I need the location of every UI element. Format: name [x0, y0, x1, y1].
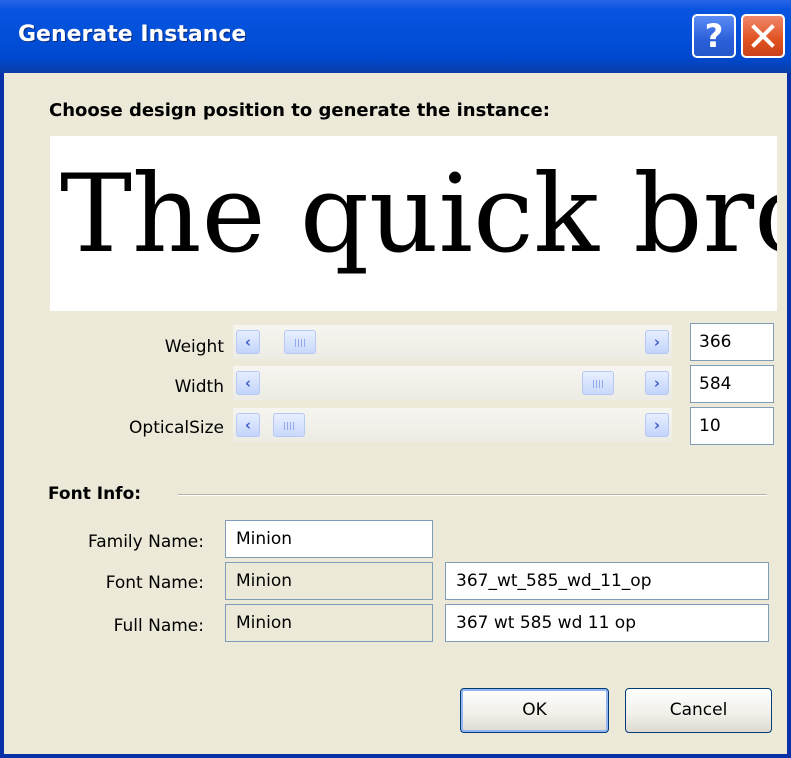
grip-icon	[294, 339, 306, 347]
weight-value-input[interactable]: 366	[690, 323, 774, 361]
window-frame-right	[787, 73, 791, 758]
font-info-group-label: Font Info:	[48, 484, 142, 504]
family-name-label: Family Name:	[88, 532, 204, 552]
opticalsize-scroll-left-button[interactable]: ‹	[236, 413, 260, 437]
family-name-input[interactable]: Minion	[225, 520, 433, 558]
ok-button[interactable]: OK	[460, 688, 609, 733]
title-bar[interactable]: Generate Instance ?	[0, 0, 791, 73]
window-frame-bottom	[0, 754, 791, 758]
dialog-window: Generate Instance ? Choose design positi…	[0, 0, 791, 758]
weight-scroll-right-button[interactable]: ›	[645, 330, 669, 354]
chevron-right-icon: ›	[653, 374, 661, 392]
full-name-base-field: Minion	[225, 604, 433, 642]
width-value-input[interactable]: 584	[690, 365, 774, 403]
design-position-heading: Choose design position to generate the i…	[49, 100, 550, 121]
font-name-label: Font Name:	[105, 573, 204, 593]
full-name-label: Full Name:	[113, 616, 204, 636]
weight-label: Weight	[164, 337, 224, 357]
opticalsize-value-input[interactable]: 10	[690, 407, 774, 445]
weight-slider[interactable]: ‹ ›	[233, 325, 672, 359]
chevron-right-icon: ›	[653, 416, 661, 434]
opticalsize-slider[interactable]: ‹ ›	[233, 408, 672, 442]
weight-slider-thumb[interactable]	[283, 330, 316, 354]
help-icon: ?	[704, 17, 724, 55]
group-divider	[178, 494, 767, 496]
chevron-right-icon: ›	[653, 333, 661, 351]
preview-sample-text: The quick bro	[60, 152, 777, 277]
chevron-left-icon: ‹	[244, 333, 252, 351]
opticalsize-slider-thumb[interactable]	[273, 413, 306, 437]
cancel-button[interactable]: Cancel	[625, 688, 772, 733]
chevron-left-icon: ‹	[244, 416, 252, 434]
close-icon	[751, 24, 775, 48]
width-scroll-right-button[interactable]: ›	[645, 371, 669, 395]
weight-scroll-left-button[interactable]: ‹	[236, 330, 260, 354]
close-button[interactable]	[741, 14, 785, 58]
width-label: Width	[174, 377, 224, 397]
preview-panel: The quick bro	[50, 136, 777, 311]
font-name-suffix-input[interactable]: 367_wt_585_wd_11_op	[445, 562, 769, 600]
help-button[interactable]: ?	[692, 14, 736, 58]
grip-icon	[593, 380, 605, 388]
font-name-base-field: Minion	[225, 562, 433, 600]
width-slider-thumb[interactable]	[582, 371, 615, 395]
width-slider[interactable]: ‹ ›	[233, 366, 672, 400]
window-title: Generate Instance	[18, 22, 247, 47]
grip-icon	[284, 422, 296, 430]
chevron-left-icon: ‹	[244, 374, 252, 392]
opticalsize-label: OpticalSize	[129, 418, 224, 438]
opticalsize-scroll-right-button[interactable]: ›	[645, 413, 669, 437]
full-name-suffix-input[interactable]: 367 wt 585 wd 11 op	[445, 604, 769, 642]
width-scroll-left-button[interactable]: ‹	[236, 371, 260, 395]
